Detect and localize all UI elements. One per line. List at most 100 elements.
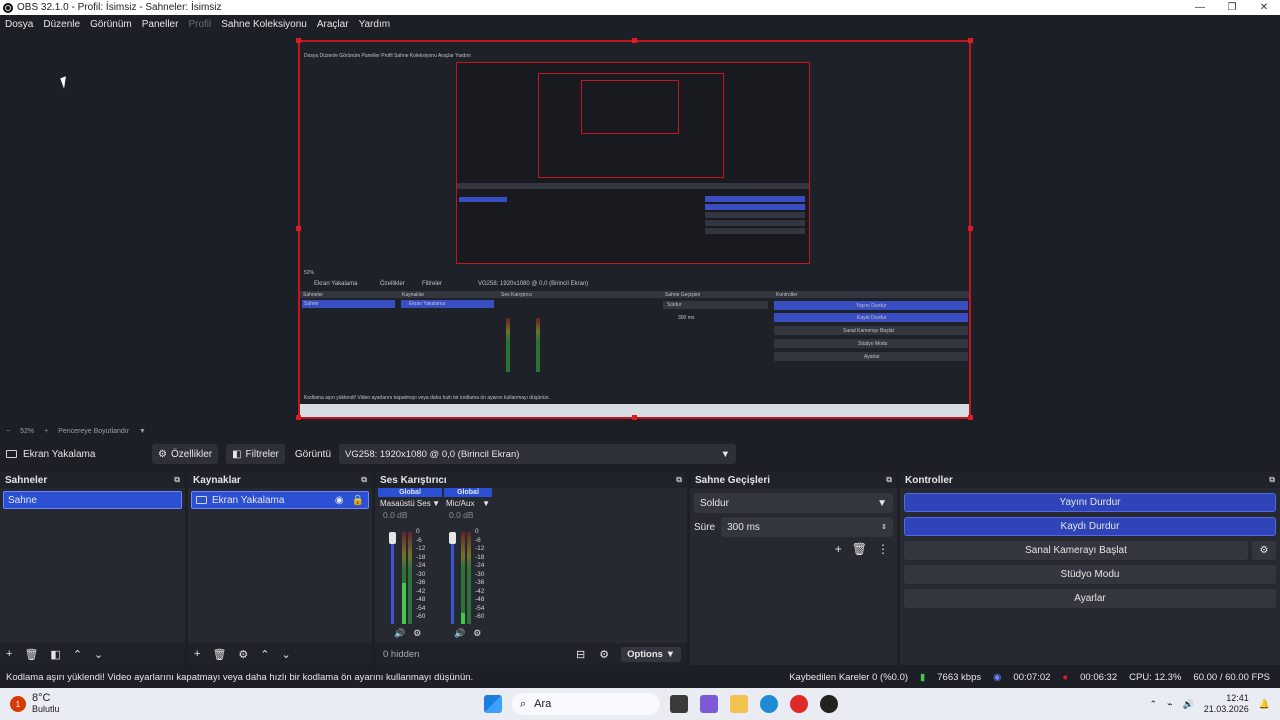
folder-icon[interactable] bbox=[730, 695, 748, 713]
stop-stream-button[interactable]: Yayını Durdur bbox=[904, 493, 1276, 512]
menu-paneller[interactable]: Paneller bbox=[137, 19, 184, 30]
menu-yardim[interactable]: Yardım bbox=[354, 19, 396, 30]
undock-icon[interactable]: ⧉ bbox=[676, 475, 682, 485]
transform-handle[interactable] bbox=[296, 226, 301, 231]
volume-fader[interactable] bbox=[391, 532, 394, 624]
sources-title: Kaynaklar bbox=[193, 474, 241, 486]
nested-status: Kodlama aşırı yüklendi! Video ayarlarını… bbox=[304, 395, 550, 401]
taskbar: 1 8°C Bulutlu ⌕ Ara ⌃ ⌁ 🔊 12:41 21.03.20… bbox=[0, 688, 1280, 720]
trash-icon[interactable]: 🗑 bbox=[852, 542, 867, 556]
arrow-down-icon[interactable]: ⌄ bbox=[94, 648, 103, 661]
network-icon[interactable]: ⌁ bbox=[1167, 699, 1172, 710]
filter-icon[interactable]: ◧ bbox=[50, 648, 60, 661]
options-button[interactable]: Options ▼ bbox=[621, 646, 681, 662]
channel-settings-icon[interactable]: ⚙ bbox=[413, 628, 421, 639]
virtual-camera-button[interactable]: Sanal Kamerayı Başlat bbox=[904, 541, 1248, 560]
volume-icon[interactable]: 🔊 bbox=[1183, 699, 1194, 710]
add-icon[interactable]: + bbox=[6, 648, 12, 660]
gear-icon[interactable]: ⚙ bbox=[1252, 541, 1276, 560]
stop-record-button[interactable]: Kaydı Durdur bbox=[904, 517, 1276, 536]
studio-mode-button[interactable]: Stüdyo Modu bbox=[904, 565, 1276, 584]
obs-app-icon[interactable] bbox=[820, 695, 838, 713]
arrow-up-icon[interactable]: ⌃ bbox=[73, 648, 82, 661]
menu-dosya[interactable]: Dosya bbox=[0, 19, 38, 30]
program-preview[interactable]: Dosya Düzenle Görünüm Paneller Profil Sa… bbox=[298, 40, 971, 419]
eye-icon[interactable]: ◉ bbox=[335, 495, 344, 506]
duration-input[interactable]: 300 ms ⇕ bbox=[721, 517, 893, 537]
maximize-button[interactable]: ❐ bbox=[1216, 0, 1248, 15]
fader-knob[interactable] bbox=[389, 532, 396, 544]
arrow-up-icon[interactable]: ⌃ bbox=[260, 648, 269, 661]
zoom-in-icon[interactable]: + bbox=[44, 428, 48, 435]
zoom-out-icon[interactable]: − bbox=[6, 428, 10, 435]
undock-icon[interactable]: ⧉ bbox=[886, 475, 892, 485]
minimize-button[interactable]: — bbox=[1184, 0, 1216, 15]
store-icon[interactable] bbox=[700, 695, 718, 713]
channel-db: 0.0 dB bbox=[383, 510, 408, 520]
gear-icon[interactable]: ⚙ bbox=[238, 648, 248, 661]
fit-to-window[interactable]: Pencereye Boyutlandır bbox=[58, 428, 129, 435]
arrow-down-icon[interactable]: ⌄ bbox=[282, 648, 291, 661]
display-label: Görüntü bbox=[294, 448, 332, 460]
chevron-up-icon[interactable]: ⌃ bbox=[1150, 699, 1158, 710]
task-view-icon[interactable] bbox=[670, 695, 688, 713]
transform-handle[interactable] bbox=[968, 38, 973, 43]
zoom-level: 52% bbox=[20, 427, 35, 435]
cpu-usage: CPU: 12.3% bbox=[1129, 672, 1182, 683]
menu-duzenle[interactable]: Düzenle bbox=[38, 19, 85, 30]
undock-icon[interactable]: ⧉ bbox=[1269, 475, 1275, 485]
taskbar-search[interactable]: ⌕ Ara bbox=[512, 693, 660, 715]
transition-select[interactable]: Soldur ▼ bbox=[694, 493, 893, 513]
close-button[interactable]: ✕ bbox=[1248, 0, 1280, 15]
add-icon[interactable]: + bbox=[194, 648, 200, 660]
scene-item[interactable]: Sahne bbox=[3, 491, 182, 509]
menu-profil[interactable]: Profil bbox=[183, 19, 216, 30]
speaker-icon[interactable]: 🔊 bbox=[454, 628, 465, 639]
channel-menu-icon[interactable]: ▼ bbox=[482, 499, 490, 508]
transform-handle[interactable] bbox=[296, 415, 301, 420]
level-meter-fill bbox=[461, 613, 465, 624]
properties-button[interactable]: ⚙ Özellikler bbox=[152, 444, 219, 464]
clock[interactable]: 12:41 21.03.2026 bbox=[1204, 693, 1249, 715]
edge-icon[interactable] bbox=[760, 695, 778, 713]
trash-icon[interactable]: 🗑 bbox=[212, 648, 226, 661]
settings-button[interactable]: Ayarlar bbox=[904, 589, 1276, 608]
display-select[interactable]: VG258: 1920x1080 @ 0,0 (Birincil Ekran) … bbox=[339, 444, 737, 464]
speaker-icon[interactable]: 🔊 bbox=[394, 628, 405, 639]
chevron-down-icon[interactable]: ▼ bbox=[139, 428, 146, 435]
filters-button[interactable]: ◧ Filtreler bbox=[226, 444, 285, 464]
channel-menu-icon[interactable]: ▼ bbox=[432, 499, 440, 508]
opera-icon[interactable] bbox=[790, 695, 808, 713]
windows-start-icon[interactable] bbox=[484, 695, 502, 713]
clock-date: 21.03.2026 bbox=[1203, 704, 1249, 714]
undock-icon[interactable]: ⧉ bbox=[361, 475, 367, 485]
db-tick-label: -54 bbox=[475, 604, 485, 612]
weather-widget[interactable]: 1 8°C Bulutlu bbox=[10, 693, 130, 715]
add-icon[interactable]: + bbox=[835, 542, 842, 556]
menu-bar: Dosya Düzenle Görünüm Paneller Profil Sa… bbox=[0, 15, 1280, 33]
menu-araclar[interactable]: Araçlar bbox=[312, 19, 354, 30]
source-item[interactable]: Ekran Yakalama ◉ 🔒 bbox=[191, 491, 369, 509]
channel-settings-icon[interactable]: ⚙ bbox=[473, 628, 481, 639]
undock-icon[interactable]: ⧉ bbox=[174, 475, 180, 485]
layout-icon[interactable]: ⊟ bbox=[576, 648, 585, 661]
menu-gorunum[interactable]: Görünüm bbox=[85, 19, 137, 30]
transform-handle[interactable] bbox=[296, 38, 301, 43]
nested-studio: Stüdyo Modu bbox=[858, 341, 888, 347]
lock-icon[interactable]: 🔒 bbox=[352, 495, 364, 506]
transform-handle[interactable] bbox=[968, 415, 973, 420]
more-icon[interactable]: ⋮ bbox=[877, 542, 889, 556]
volume-fader[interactable] bbox=[451, 532, 454, 624]
fader-knob[interactable] bbox=[449, 532, 456, 544]
transform-handle[interactable] bbox=[968, 226, 973, 231]
clock-time: 12:41 bbox=[1226, 693, 1249, 703]
transform-handle[interactable] bbox=[632, 38, 637, 43]
mixer-title: Ses Karıştırıcı bbox=[380, 474, 447, 486]
spinner-icon[interactable]: ⇕ bbox=[881, 523, 887, 531]
transform-handle[interactable] bbox=[632, 415, 637, 420]
chevron-down-icon: ▼ bbox=[877, 497, 887, 509]
notification-icon[interactable]: 🔔 bbox=[1259, 699, 1270, 710]
menu-sahne-koleksiyonu[interactable]: Sahne Koleksiyonu bbox=[216, 19, 312, 30]
advanced-audio-icon[interactable]: ⚙ bbox=[599, 648, 609, 661]
trash-icon[interactable]: 🗑 bbox=[24, 648, 38, 661]
